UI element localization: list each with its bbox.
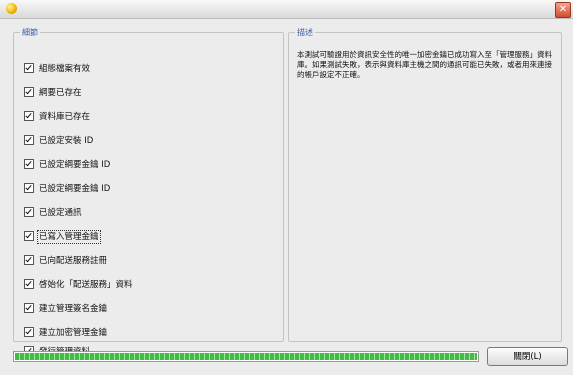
close-button[interactable]: 關閉(L) [487, 347, 568, 366]
step-item: 建立管理簽名金鑰 [24, 302, 107, 316]
check-icon [24, 134, 34, 145]
progress-bar [13, 351, 479, 362]
app-icon [6, 3, 17, 14]
check-icon [24, 110, 34, 121]
progress-fill [15, 353, 477, 360]
check-icon [24, 254, 34, 265]
details-group: 細節 組態檔案有效 綱要已存在 資料庫已存在 已設定安裝 ID 已設定綱要金鑰 … [13, 27, 284, 357]
step-item: 建立加密管理金鑰 [24, 326, 107, 340]
check-icon [24, 158, 34, 169]
check-icon [24, 182, 34, 193]
check-icon [24, 278, 34, 289]
step-item: 已設定通訊 [24, 206, 82, 220]
check-icon [24, 206, 34, 217]
step-item: 已設定綱要金鑰 ID [24, 158, 110, 172]
description-group: 描述 本測試可驗證用於資訊安全性的唯一加密金鑰已成功寫入至「管理服務」資料庫。如… [288, 27, 562, 342]
step-item: 已設定綱要金鑰 ID [24, 182, 110, 196]
step-item: 綱要已存在 [24, 86, 82, 100]
step-item-selected: 已寫入管理金鑰 [24, 230, 101, 244]
check-icon [24, 230, 34, 241]
setup-dialog: ✕ 細節 組態檔案有效 綱要已存在 資料庫已存在 已設定安裝 ID 已設定綱要金… [0, 0, 573, 375]
check-icon [24, 302, 34, 313]
description-text: 本測試可驗證用於資訊安全性的唯一加密金鑰已成功寫入至「管理服務」資料庫。如果測試… [297, 50, 552, 79]
details-legend: 細節 [22, 28, 38, 37]
step-item: 已向配送服務註冊 [24, 254, 107, 268]
step-item: 資料庫已存在 [24, 110, 90, 124]
step-item: 已設定安裝 ID [24, 134, 93, 148]
description-legend: 描述 [297, 28, 313, 37]
check-icon [24, 326, 34, 337]
check-icon [24, 86, 34, 97]
step-item: 啓始化「配送服務」資料 [24, 278, 133, 292]
title-bar: ✕ [0, 0, 573, 19]
step-item: 組態檔案有效 [24, 62, 90, 76]
check-icon [24, 62, 34, 73]
window-close-button[interactable]: ✕ [555, 2, 571, 18]
